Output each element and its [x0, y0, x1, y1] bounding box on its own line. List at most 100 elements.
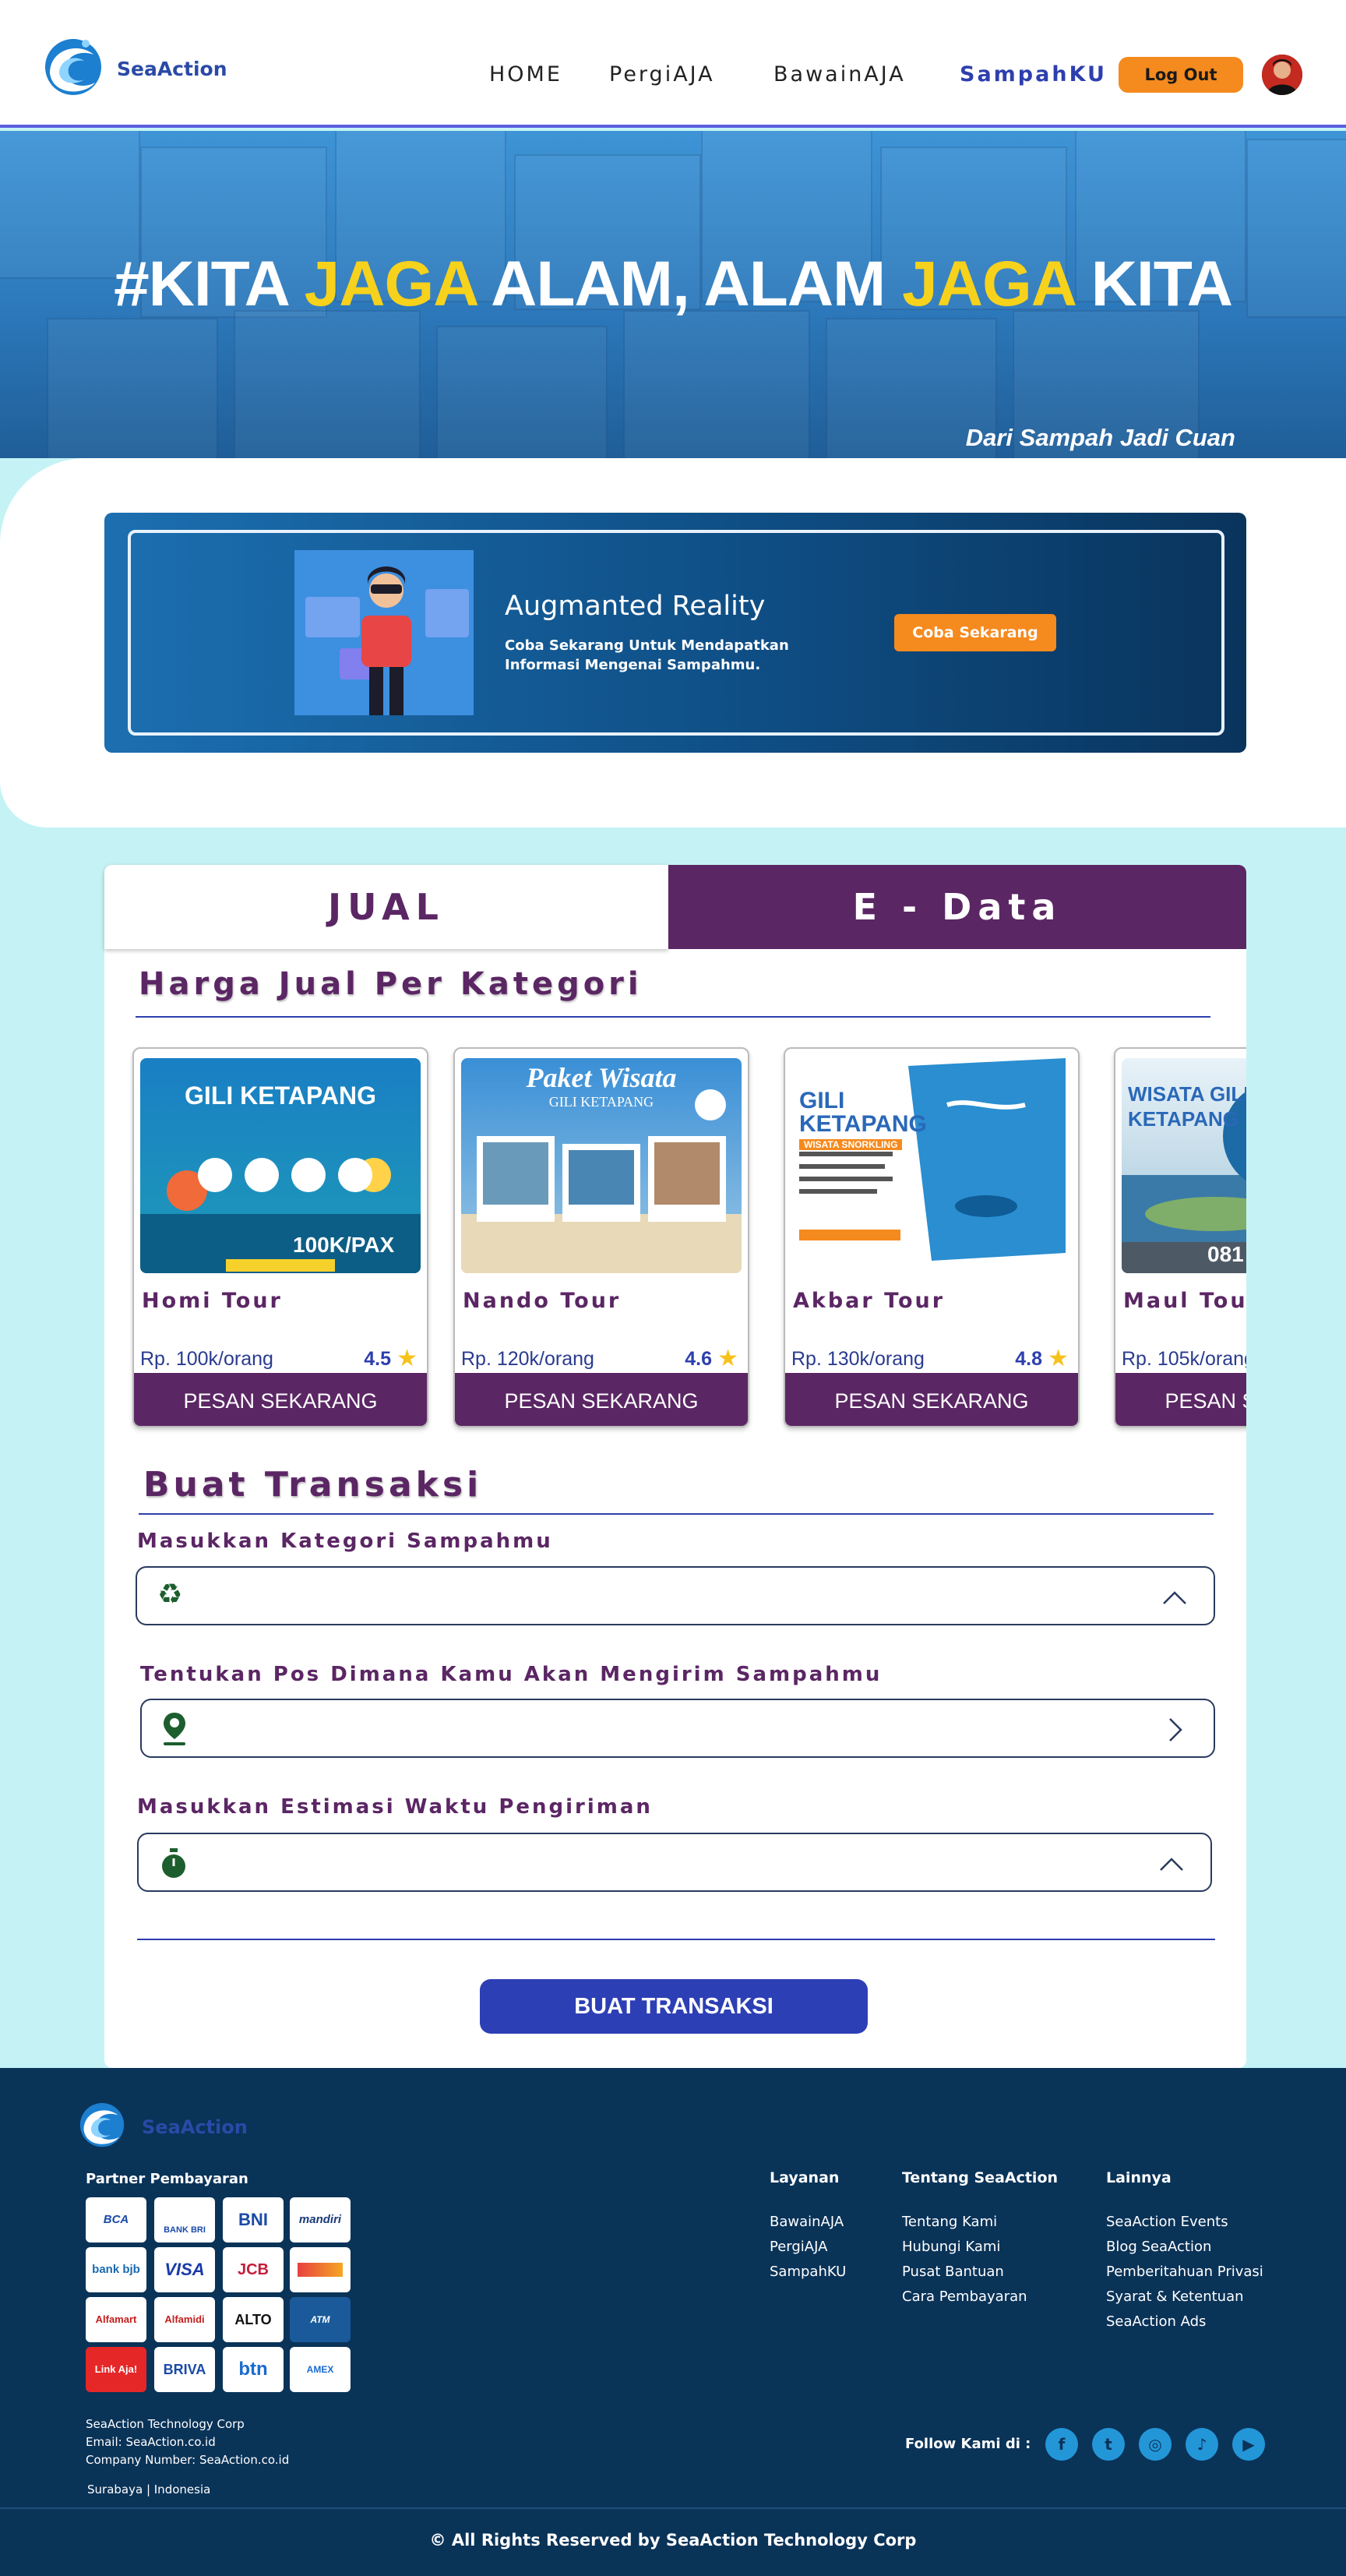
bank-logo-visa: VISA	[154, 2247, 215, 2292]
star-icon: ★	[1048, 1345, 1069, 1372]
nav-link-bawainaja[interactable]: BawainAJA	[773, 62, 906, 86]
footer-link-ads[interactable]: SeaAction Ads	[1106, 2310, 1263, 2334]
divider	[139, 1513, 1214, 1515]
bank-logo-amex: AMEX	[290, 2347, 351, 2392]
tour-card[interactable]: WISATA GILI KETAPANG 081 Maul Tour Rp. 1…	[1114, 1047, 1246, 1427]
nav-link-sampahku[interactable]: SampahKU	[960, 62, 1107, 86]
bank-logo-briva: BRIVA	[154, 2347, 215, 2392]
footer-link-bawainaja[interactable]: BawainAJA	[770, 2210, 846, 2235]
hero-title-part: KITA	[1073, 249, 1233, 319]
company-info: SeaAction Technology Corp Email: SeaActi…	[86, 2415, 289, 2469]
footer-column-title: Layanan	[770, 2169, 840, 2186]
tour-card-image: GILI KETAPANG 100K/PAX	[140, 1058, 421, 1273]
footer-link-terms[interactable]: Syarat & Ketentuan	[1106, 2285, 1263, 2310]
order-now-button[interactable]: PESAN SEKARANG	[134, 1373, 427, 1426]
tour-carousel[interactable]: GILI KETAPANG 100K/PAX Homi Tour Rp. 100…	[129, 1044, 1246, 1434]
tour-card[interactable]: GILI KETAPANG 100K/PAX Homi Tour Rp. 100…	[132, 1047, 428, 1427]
divider	[137, 1939, 1215, 1940]
facebook-icon[interactable]: f	[1045, 2428, 1078, 2461]
tour-card-image-subtitle: GILI KETAPANG	[548, 1094, 654, 1110]
divider	[136, 1016, 1210, 1018]
tour-name: Maul Tour	[1123, 1289, 1246, 1313]
bank-logo-alto: ALTO	[223, 2297, 284, 2342]
ar-card-frame	[128, 530, 1224, 736]
stopwatch-icon	[162, 1848, 185, 1878]
order-now-button[interactable]: PESAN SEKARANG	[455, 1373, 748, 1426]
footer-link-pergiaja[interactable]: PergiAJA	[770, 2235, 846, 2260]
tour-name: Akbar Tour	[793, 1289, 946, 1313]
map-pin-icon	[164, 1713, 185, 1745]
footer-link-privacy[interactable]: Pemberitahuan Privasi	[1106, 2260, 1263, 2285]
footer-column-layanan: Layanan BawainAJA PergiAJA SampahKU	[770, 2169, 846, 2285]
tour-card-image-subtitle: WISATA SNORKLING	[799, 1139, 903, 1150]
bank-logo-bca: BCA	[86, 2197, 146, 2243]
youtube-icon[interactable]: ▶	[1232, 2428, 1265, 2461]
footer-link-blog[interactable]: Blog SeaAction	[1106, 2235, 1263, 2260]
footer-link-hubungi-kami[interactable]: Hubungi Kami	[902, 2235, 1058, 2260]
try-now-button[interactable]: Coba Sekarang	[894, 614, 1056, 651]
tour-card-image: GILI KETAPANG WISATA SNORKLING	[791, 1058, 1072, 1273]
tab-jual[interactable]: JUAL	[104, 865, 668, 949]
bank-logo-btn: btn	[223, 2347, 284, 2392]
tiktok-icon[interactable]: ♪	[1186, 2428, 1218, 2461]
footer-link-events[interactable]: SeaAction Events	[1106, 2210, 1263, 2235]
ar-title: Augmanted Reality	[505, 591, 766, 622]
footer-link-pusat-bantuan[interactable]: Pusat Bantuan	[902, 2260, 1058, 2285]
order-now-button[interactable]: PESAN SEKARANG	[1115, 1373, 1246, 1426]
twitter-icon[interactable]: t	[1092, 2428, 1125, 2461]
company-number: Company Number: SeaAction.co.id	[86, 2453, 290, 2467]
tour-card-image-title: WISATA GILI KETAPANG	[1128, 1082, 1246, 1131]
tour-card[interactable]: Paket Wisata GILI KETAPANG Nando Tour Rp…	[453, 1047, 749, 1427]
chevron-up-icon	[1160, 1858, 1183, 1871]
tour-card-image: Paket Wisata GILI KETAPANG	[461, 1058, 742, 1273]
category-label: Masukkan Kategori Sampahmu	[137, 1530, 553, 1553]
logout-button[interactable]: Log Out	[1119, 57, 1243, 93]
seaaction-logo[interactable]	[42, 28, 104, 100]
payment-partner-title: Partner Pembayaran	[86, 2171, 248, 2187]
footer-column-title: Lainnya	[1106, 2169, 1172, 2186]
tour-card-image-title: Paket Wisata	[526, 1062, 677, 1093]
section-title-transaksi: Buat Transaksi	[143, 1465, 483, 1505]
post-location-select[interactable]	[140, 1699, 1215, 1758]
seaaction-logo[interactable]	[76, 2094, 128, 2151]
tour-price: Rp. 120k/orang	[461, 1348, 594, 1370]
hero-title-part: #KITA	[114, 249, 305, 319]
post-location-label: Tentukan Pos Dimana Kamu Akan Mengirim S…	[140, 1663, 883, 1686]
order-now-button[interactable]: PESAN SEKARANG	[785, 1373, 1078, 1426]
ar-description: Coba Sekarang Untuk Mendapatkan Informas…	[505, 637, 789, 673]
tour-card-image-subtitle: 081	[1207, 1242, 1244, 1266]
bank-logo-bni: BNI	[223, 2197, 284, 2243]
tour-card-image: WISATA GILI KETAPANG 081	[1122, 1058, 1246, 1273]
footer-link-sampahku[interactable]: SampahKU	[770, 2260, 846, 2285]
avatar[interactable]	[1262, 55, 1302, 95]
bank-logo-bjb: bank bjb	[86, 2247, 146, 2292]
nav-link-pergiaja[interactable]: PergiAJA	[609, 62, 715, 86]
bank-logo-alfamidi: Alfamidi	[154, 2297, 215, 2342]
bank-logo-alfamart: Alfamart	[86, 2297, 146, 2342]
hero-title: #KITA JAGA ALAM, ALAM JAGA KITA	[0, 248, 1346, 321]
delivery-time-select[interactable]	[137, 1833, 1212, 1892]
copyright-text: © All Rights Reserved by SeaAction Techn…	[429, 2531, 917, 2550]
star-icon: ★	[396, 1345, 418, 1372]
footer-link-cara-pembayaran[interactable]: Cara Pembayaran	[902, 2285, 1058, 2310]
instagram-icon[interactable]: ◎	[1139, 2428, 1172, 2461]
tour-card[interactable]: GILI KETAPANG WISATA SNORKLING Akbar Tou…	[784, 1047, 1080, 1427]
bank-logo-bri: BANK BRI	[154, 2197, 215, 2243]
hero-subtitle: Dari Sampah Jadi Cuan	[965, 424, 1235, 451]
footer-link-tentang-kami[interactable]: Tentang Kami	[902, 2210, 1058, 2235]
create-transaction-button[interactable]: BUAT TRANSAKSI	[480, 1979, 868, 2034]
tab-e-data[interactable]: E - Data	[668, 865, 1246, 949]
footer-column-title: Tentang SeaAction	[902, 2169, 1059, 2186]
chevron-right-icon	[1169, 1718, 1182, 1741]
bank-logo-linkaja: Link Aja!	[86, 2347, 146, 2392]
chevron-up-icon	[1163, 1591, 1186, 1604]
category-select[interactable]: ♻	[136, 1566, 1215, 1625]
bank-logo-atm-bersama: ATM Bersama	[290, 2297, 351, 2342]
tour-rating: 4.8	[1015, 1348, 1042, 1370]
hero-title-highlight: JAGA	[902, 249, 1075, 319]
footer-column-tentang: Tentang SeaAction Tentang Kami Hubungi K…	[902, 2169, 1058, 2310]
tour-card-image-title: GILI KETAPANG	[185, 1082, 376, 1110]
tour-card-image-subtitle: 100K/PAX	[293, 1233, 395, 1257]
tour-rating: 4.6	[685, 1348, 712, 1370]
nav-link-home[interactable]: HOME	[489, 62, 562, 86]
